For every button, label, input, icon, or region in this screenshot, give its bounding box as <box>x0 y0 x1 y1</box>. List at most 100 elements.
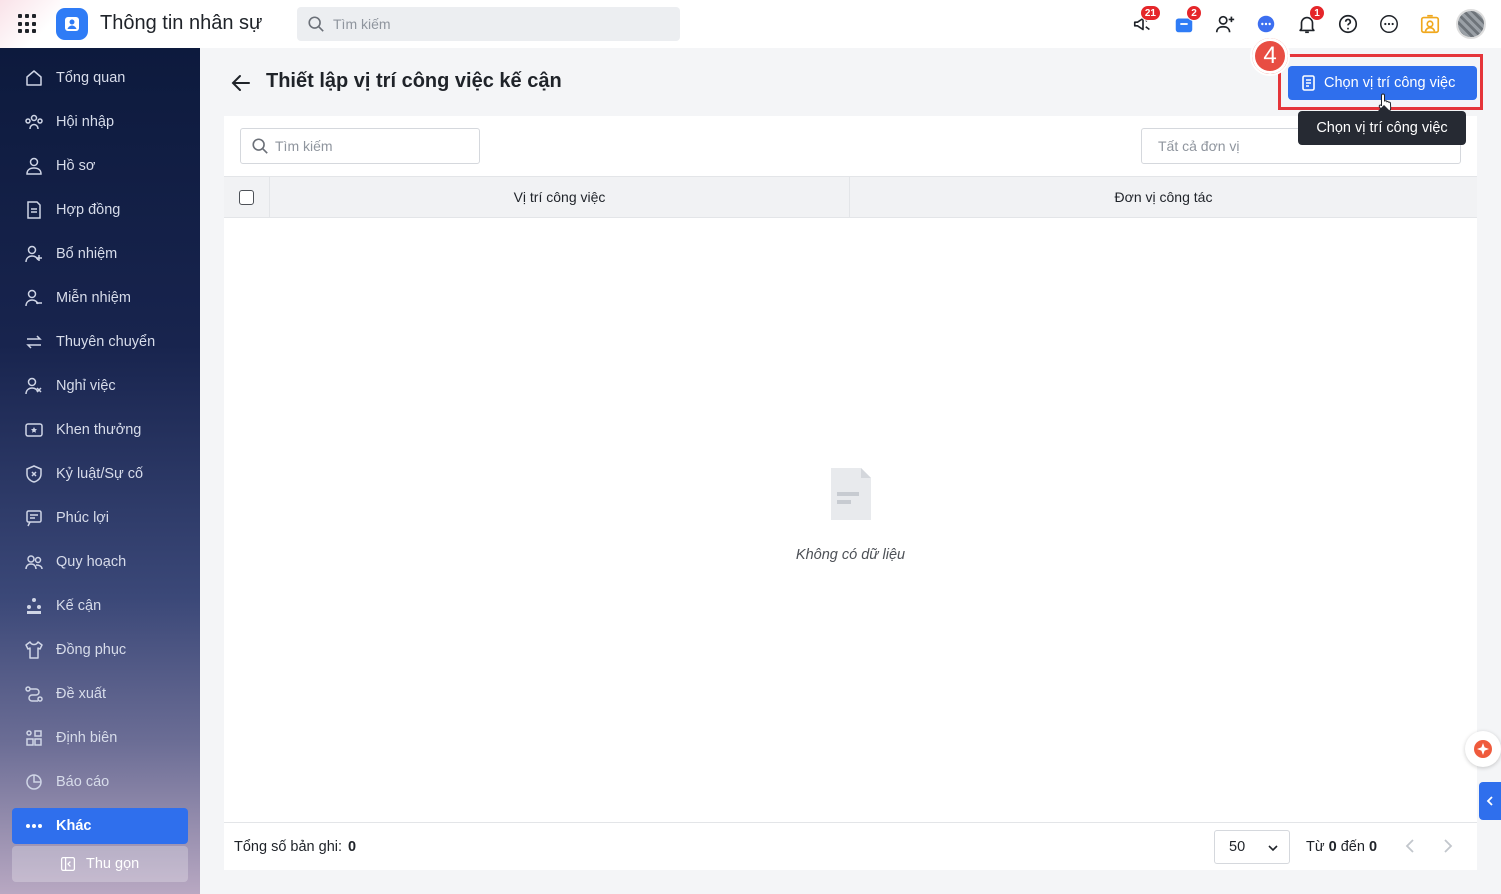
succession-icon <box>27 598 41 614</box>
sidebar-item-11[interactable]: Phúc lợi <box>12 500 188 536</box>
proposal-icon <box>25 686 43 702</box>
avatar <box>1456 9 1486 39</box>
sidebar-item-other[interactable]: Khác <box>12 808 188 844</box>
announcement-button[interactable]: 21 <box>1127 5 1161 40</box>
document-icon <box>1302 75 1315 91</box>
search-icon <box>252 138 268 154</box>
profile-badge-button[interactable] <box>1414 8 1446 40</box>
user-avatar-button[interactable] <box>1455 8 1487 40</box>
sidebar-item-label: Đề xuất <box>56 686 106 702</box>
sidebar-item-label: Phúc lợi <box>56 510 110 526</box>
contract-icon <box>27 201 41 219</box>
unit-filter-value: Tất cả đơn vị <box>1158 138 1240 154</box>
people-icon <box>25 114 43 130</box>
sidebar-item-12[interactable]: Quy hoạch <box>12 544 188 580</box>
top-icon-group: 21 2 1 <box>1118 5 1487 40</box>
sidebar-item-label: Kỷ luật/Sự cố <box>56 466 144 482</box>
select-all-checkbox[interactable] <box>239 189 254 205</box>
collapse-icon <box>60 856 76 872</box>
add-user-icon <box>1215 15 1235 33</box>
sidebar-item-6[interactable]: Miễn nhiệm <box>12 280 188 316</box>
user-plus-icon <box>25 245 42 263</box>
sidebar-item-label: Thuyên chuyển <box>56 334 156 350</box>
sidebar-item-label: Hồ sơ <box>56 158 96 174</box>
user-x-icon <box>25 377 42 395</box>
help-button[interactable] <box>1332 8 1364 40</box>
sidebar-item-8[interactable]: Nghỉ việc <box>12 368 188 404</box>
user-icon <box>26 157 42 175</box>
sidebar-item-label: Hội nhập <box>56 114 115 130</box>
table-search-input[interactable] <box>275 138 475 154</box>
sidebar-item-15[interactable]: Đề xuất <box>12 676 188 712</box>
page-size-select[interactable]: 50 <box>1214 830 1290 864</box>
sidebar-item-label: Khen thưởng <box>56 422 142 438</box>
sidebar-item-4[interactable]: Hợp đồng <box>12 192 188 228</box>
page-range: Từ 0 đến 0 <box>1306 839 1377 855</box>
table-header: Vị trí công việc Đơn vị công tác <box>224 176 1477 218</box>
range-from: 0 <box>1328 839 1337 855</box>
reward-icon <box>25 423 43 437</box>
sidebar-item-5[interactable]: Bổ nhiệm <box>12 236 188 272</box>
sidebar-item-9[interactable]: Khen thưởng <box>12 412 188 448</box>
sidebar-collapse-button[interactable]: Thu gọn <box>12 846 188 882</box>
column-header-unit[interactable]: Đơn vị công tác <box>850 177 1477 217</box>
empty-state: Không có dữ liệu <box>224 466 1477 563</box>
add-user-button[interactable] <box>1209 8 1241 40</box>
home-icon <box>26 70 42 86</box>
app-title: Thông tin nhân sự <box>100 12 263 34</box>
notification-button[interactable]: 1 <box>1291 5 1325 40</box>
total-records-label: Tổng số bản ghi: <box>234 839 343 855</box>
ellipsis-icon <box>26 824 42 828</box>
sidebar-item-17[interactable]: Báo cáo <box>12 764 188 800</box>
empty-document-icon <box>830 468 871 520</box>
total-records-value: 0 <box>348 839 357 855</box>
table-footer: Tổng số bản ghi: 0 50 Từ 0 đến 0 <box>224 822 1477 870</box>
sidebar-item-14[interactable]: Đồng phục <box>12 632 188 668</box>
more-button[interactable] <box>1373 8 1405 40</box>
user-minus-icon <box>25 289 42 307</box>
sidebar-item-10[interactable]: Kỷ luật/Sự cố <box>12 456 188 492</box>
ai-assistant-button[interactable] <box>1465 731 1501 767</box>
table-search[interactable] <box>240 128 480 164</box>
column-header-position[interactable]: Vị trí công việc <box>270 177 850 217</box>
sidebar-item-2[interactable]: Hội nhập <box>12 104 188 140</box>
sidebar-item-label: Định biên <box>56 730 118 746</box>
sidebar-item-1[interactable]: Tổng quan <box>12 60 188 96</box>
back-arrow-icon[interactable] <box>230 72 252 94</box>
chevron-left-icon[interactable] <box>1402 837 1420 855</box>
app-logo-icon <box>56 8 88 40</box>
transfer-icon <box>26 335 42 349</box>
sidebar-item-16[interactable]: Định biên <box>12 720 188 756</box>
notification-badge: 1 <box>1309 5 1325 21</box>
chat-icon <box>1257 15 1275 33</box>
planning-icon <box>25 555 43 570</box>
search-icon <box>308 16 324 32</box>
sidebar-item-label: Kế cận <box>56 598 102 614</box>
shirt-icon <box>25 641 43 659</box>
chat-button[interactable] <box>1250 8 1282 40</box>
more-circle-icon <box>1380 15 1398 33</box>
sidebar-item-13[interactable]: Kế cận <box>12 588 188 624</box>
announcement-badge: 21 <box>1139 5 1161 21</box>
global-search[interactable] <box>297 7 680 41</box>
empty-state-text: Không có dữ liệu <box>795 547 906 563</box>
chevron-left-icon <box>1486 796 1493 806</box>
sidebar-item-3[interactable]: Hồ sơ <box>12 148 188 184</box>
sidebar-item-7[interactable]: Thuyên chuyển <box>12 324 188 360</box>
benefit-icon <box>26 510 42 527</box>
sidebar-item-label: Hợp đồng <box>56 202 121 218</box>
sidebar-item-label: Tổng quan <box>56 70 126 86</box>
sidebar-item-label: Khác <box>56 818 92 834</box>
expand-panel-tab[interactable] <box>1479 782 1501 820</box>
cart-badge: 2 <box>1186 5 1202 21</box>
sidebar-item-label: Bổ nhiệm <box>56 246 118 262</box>
global-search-input[interactable] <box>333 16 653 32</box>
chevron-right-icon[interactable] <box>1438 837 1456 855</box>
sidebar-item-label: Quy hoạch <box>56 554 127 570</box>
apps-grid-icon[interactable] <box>18 14 38 34</box>
shield-icon <box>26 465 42 483</box>
cart-button[interactable]: 2 <box>1168 5 1202 40</box>
sidebar-item-label: Miễn nhiệm <box>56 290 131 306</box>
range-from-label: Từ <box>1306 839 1325 855</box>
range-to-label: đến <box>1340 839 1365 855</box>
